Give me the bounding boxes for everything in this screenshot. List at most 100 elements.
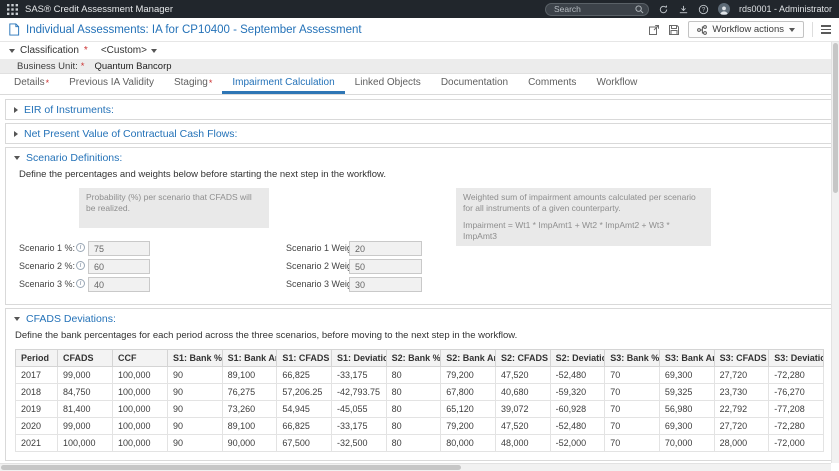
table-cell: 100,000 <box>112 366 168 384</box>
table-cell: -76,270 <box>768 383 824 401</box>
tab-comments[interactable]: Comments <box>518 74 586 94</box>
table-cell: -72,280 <box>768 417 824 435</box>
table-cell: 99,000 <box>57 417 113 435</box>
panel-npv-header[interactable]: Net Present Value of Contractual Cash Fl… <box>6 124 833 143</box>
scenario-3-weight-input[interactable] <box>349 277 422 292</box>
table-row[interactable]: 2020 99,000 100,000 90 89,100 66,825 -33,175 80… <box>15 417 824 435</box>
table-row[interactable]: 2018 84,750 100,000 90 76,275 57,206.25 -42,79… <box>15 383 824 401</box>
info-icon[interactable] <box>76 243 85 252</box>
table-cell: 90 <box>167 366 223 384</box>
scenario-2-percent-input[interactable] <box>88 259 150 274</box>
column-header[interactable]: S3: Bank Amt <box>658 349 715 367</box>
search-box <box>544 2 649 17</box>
table-cell: 48,000 <box>494 434 551 452</box>
column-header[interactable]: S2: CFADS <box>494 349 551 367</box>
svg-text:?: ? <box>702 6 706 13</box>
column-header[interactable]: S2: Bank Amt <box>440 349 496 367</box>
table-cell: -72,000 <box>768 434 824 452</box>
panel-title: Scenario Definitions: <box>26 151 123 164</box>
tab-staging[interactable]: Staging * <box>164 74 222 94</box>
table-cell: -45,055 <box>330 400 387 418</box>
table-cell: 90 <box>167 400 223 418</box>
user-name: rds0001 - Administrator <box>738 4 832 14</box>
tab-label: Documentation <box>440 77 509 88</box>
column-header[interactable]: CCF <box>112 349 168 367</box>
column-header[interactable]: S3: Deviation <box>768 349 824 367</box>
table-row[interactable]: 2017 99,000 100,000 90 89,100 66,825 -33,175 80… <box>15 366 824 384</box>
table-cell: 69,300 <box>658 366 715 384</box>
weight-hint: Weighted sum of impairment amounts calcu… <box>456 188 711 247</box>
tab-linked-objects[interactable]: Linked Objects <box>345 74 431 94</box>
info-icon[interactable] <box>76 261 85 270</box>
vertical-scrollbar[interactable] <box>831 42 839 463</box>
collapse-caret-icon[interactable] <box>9 48 15 53</box>
chevron-down-icon <box>789 27 795 32</box>
tab-documentation[interactable]: Documentation <box>431 74 518 94</box>
column-header[interactable]: S3: CFADS <box>713 349 770 367</box>
tab-workflow[interactable]: Workflow <box>586 74 647 94</box>
download-icon[interactable] <box>678 4 689 15</box>
app-grid-icon[interactable] <box>7 3 18 15</box>
table-cell: 70 <box>604 400 660 418</box>
column-header[interactable]: S1: Bank Amt <box>221 349 278 367</box>
column-header[interactable]: S1: CFADS <box>276 349 332 367</box>
panel-cfads-header[interactable]: CFADS Deviations: <box>6 309 833 328</box>
search-input[interactable] <box>544 2 649 16</box>
tab-label: Workflow <box>596 77 638 88</box>
tab-previous-ia-validity[interactable]: Previous IA Validity <box>59 74 164 94</box>
scenario-1-weight-input[interactable] <box>349 241 422 256</box>
history-icon[interactable] <box>658 4 669 15</box>
table-cell: 27,720 <box>713 417 770 435</box>
horizontal-scrollbar-thumb[interactable] <box>1 465 461 470</box>
table-row[interactable]: 2019 81,400 100,000 90 73,260 54,945 -45,055 80… <box>15 400 824 418</box>
table-cell: 39,072 <box>494 400 551 418</box>
tab-impairment-calculation[interactable]: Impairment Calculation <box>222 74 345 94</box>
table-cell: 81,400 <box>57 400 113 418</box>
save-icon[interactable] <box>668 24 680 36</box>
table-row[interactable]: 2021 100,000 100,000 90 90,000 67,500 -32,500 8… <box>15 434 824 452</box>
menu-icon[interactable] <box>821 25 831 34</box>
classification-dropdown[interactable]: <Custom> <box>99 45 159 56</box>
tab-label: Details <box>14 77 45 88</box>
table-cell: 90,000 <box>221 434 278 452</box>
scenario-1-percent-input[interactable] <box>88 241 150 256</box>
export-icon[interactable] <box>648 24 660 36</box>
table-cell: 47,520 <box>494 366 551 384</box>
column-header[interactable]: S3: Bank % <box>604 349 660 367</box>
scenario-3-percent-input[interactable] <box>88 277 150 292</box>
table-cell: 80,000 <box>440 434 496 452</box>
scenario-row-3: Scenario 3 %: Scenario 3 Weight: <box>19 276 820 294</box>
horizontal-scrollbar[interactable] <box>0 463 831 471</box>
tab-details[interactable]: Details * <box>4 74 59 94</box>
column-header[interactable]: CFADS <box>57 349 113 367</box>
required-asterisk: * <box>80 60 85 72</box>
page-header: Individual Assessments: IA for CP10400 -… <box>0 18 839 42</box>
required-asterisk: * <box>45 77 50 88</box>
table-cell: -33,175 <box>330 417 387 435</box>
workflow-actions-button[interactable]: Workflow actions <box>688 21 804 38</box>
cfads-instruction: Define the bank percentages for each per… <box>15 330 518 341</box>
search-icon[interactable] <box>635 5 644 17</box>
expand-caret-icon <box>14 106 18 113</box>
table-cell: 66,825 <box>276 366 332 384</box>
vertical-scrollbar-thumb[interactable] <box>833 43 838 193</box>
panel-npv: Net Present Value of Contractual Cash Fl… <box>5 123 834 144</box>
help-icon[interactable]: ? <box>698 4 709 15</box>
column-header[interactable]: S1: Bank % <box>167 349 223 367</box>
scenario-2-weight-input[interactable] <box>349 259 422 274</box>
scenario-row-2: Scenario 2 %: Scenario 2 Weight: <box>19 258 820 276</box>
user-avatar[interactable] <box>717 3 730 15</box>
probability-hint: Probability (%) per scenario that CFADS … <box>79 188 269 228</box>
table-cell: 70 <box>604 366 660 384</box>
column-header[interactable]: S1: Deviation <box>330 349 387 367</box>
column-header[interactable]: Period <box>15 349 58 367</box>
panel-eir-header[interactable]: EIR of Instruments: <box>6 100 833 119</box>
info-icon[interactable] <box>76 279 85 288</box>
impairment-formula: Impairment = Wt1 * ImpAmt1 + Wt2 * ImpAm… <box>463 220 670 242</box>
table-cell: -33,175 <box>330 366 387 384</box>
table-cell: 80 <box>385 434 442 452</box>
panel-scenario-header[interactable]: Scenario Definitions: <box>6 148 833 167</box>
cfads-table: PeriodCFADSCCFS1: Bank %S1: Bank AmtS1: … <box>15 349 824 452</box>
column-header[interactable]: S2: Bank % <box>385 349 442 367</box>
column-header[interactable]: S2: Deviation <box>549 349 606 367</box>
